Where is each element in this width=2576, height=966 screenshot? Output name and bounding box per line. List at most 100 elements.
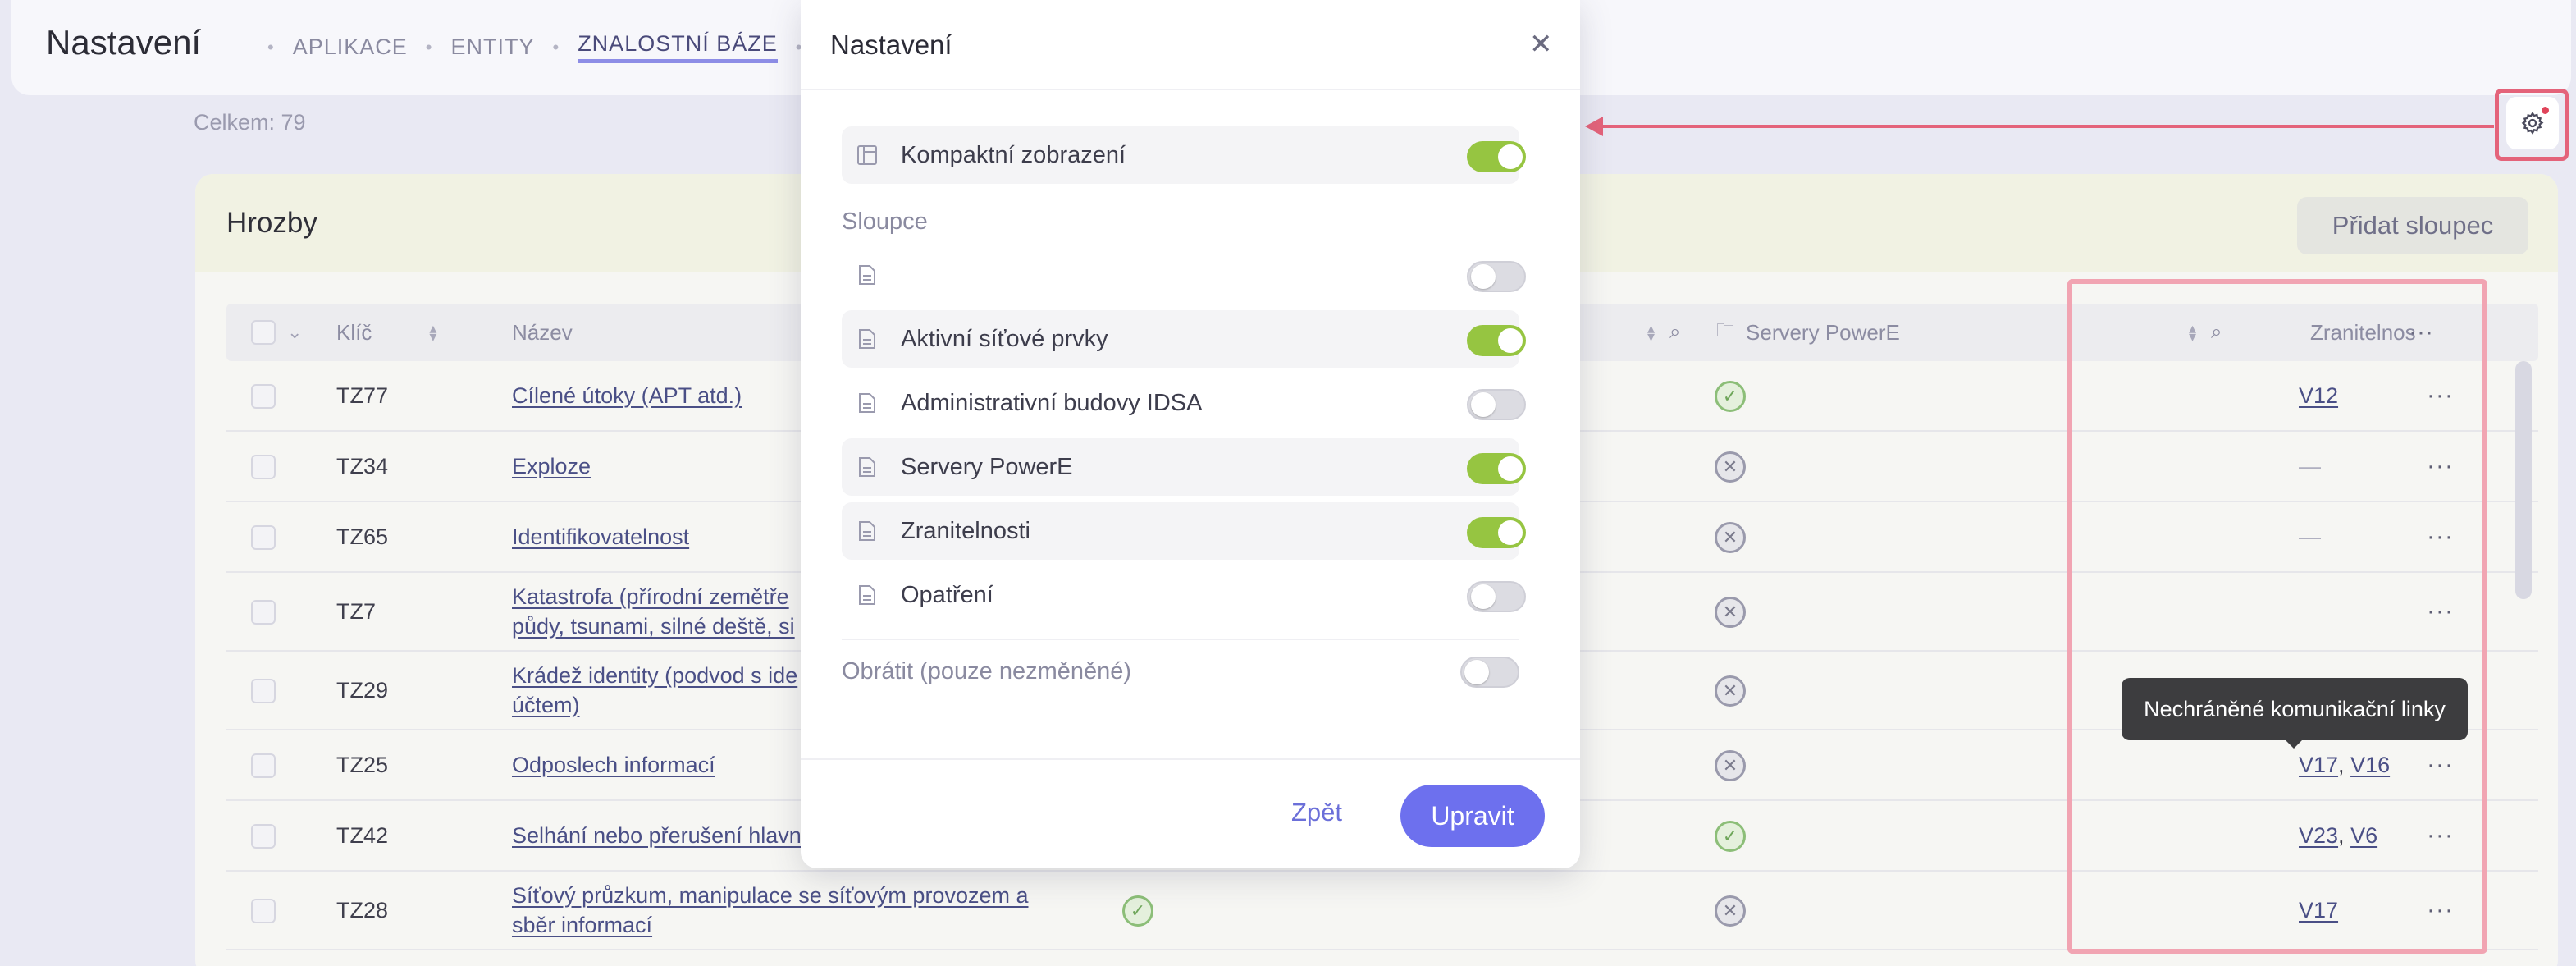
toggle-column[interactable] bbox=[1467, 325, 1526, 356]
document-icon bbox=[856, 520, 878, 542]
toggle-column[interactable] bbox=[1467, 389, 1526, 420]
document-icon bbox=[856, 328, 878, 350]
row-checkbox[interactable] bbox=[251, 525, 276, 550]
status-ok-icon: ✓ bbox=[1715, 821, 1746, 852]
row-name-link[interactable]: Identifikovatelnost bbox=[512, 522, 689, 552]
row-name-link[interactable]: Exploze bbox=[512, 451, 591, 481]
option-label: Kompaktní zobrazení bbox=[901, 141, 1126, 168]
row-checkbox[interactable] bbox=[251, 899, 276, 923]
toggle-knob bbox=[1471, 584, 1496, 609]
modal-divider bbox=[801, 758, 1580, 760]
option-column-vulnerabilities[interactable]: Zranitelnosti bbox=[842, 502, 1526, 560]
toggle-column[interactable] bbox=[1467, 261, 1526, 292]
row-key: TZ29 bbox=[336, 677, 389, 703]
settings-highlight-box bbox=[2495, 89, 2569, 161]
option-label: Aktivní síťové prvky bbox=[901, 325, 1108, 352]
option-column-servers[interactable]: Servery PowerE bbox=[842, 438, 1526, 496]
annotation-arrow-head bbox=[1585, 117, 1603, 136]
search-icon[interactable]: ⌕ bbox=[1669, 321, 1680, 344]
submit-button[interactable]: Upravit bbox=[1400, 785, 1545, 847]
status-no-icon: ✕ bbox=[1715, 895, 1746, 927]
columns-section-label: Sloupce bbox=[842, 208, 928, 235]
row-name-link-line2[interactable]: půdy, tsunami, silné deště, si bbox=[512, 611, 795, 641]
row-key: TZ25 bbox=[336, 752, 389, 777]
row-key: TZ65 bbox=[336, 524, 389, 549]
document-icon bbox=[856, 456, 878, 478]
select-all[interactable]: ⌄ bbox=[251, 304, 302, 361]
sort-icon[interactable]: ▴ ▾ bbox=[429, 321, 436, 344]
sort-icon[interactable]: ▴ ▾ bbox=[1647, 321, 1655, 344]
row-name-link-line2[interactable]: sběr informací bbox=[512, 910, 652, 940]
option-column-active-network[interactable]: Aktivní síťové prvky bbox=[842, 310, 1526, 368]
add-column-button[interactable]: Přidat sloupec bbox=[2297, 197, 2528, 254]
option-compact-view[interactable]: Kompaktní zobrazení bbox=[842, 126, 1526, 184]
row-checkbox[interactable] bbox=[251, 384, 276, 409]
back-button[interactable]: Zpět bbox=[1291, 798, 1342, 827]
chevron-down-icon[interactable]: ⌄ bbox=[287, 322, 302, 343]
toggle-column[interactable] bbox=[1467, 581, 1526, 612]
column-prev-controls[interactable]: ▴ ▾ ⌕ bbox=[1631, 304, 1681, 361]
document-icon bbox=[856, 392, 878, 414]
nav-separator: • bbox=[552, 36, 560, 57]
vertical-scrollbar[interactable] bbox=[2515, 361, 2532, 599]
toggle-knob bbox=[1464, 660, 1489, 684]
row-name-link[interactable]: Odposlech informací bbox=[512, 750, 715, 780]
annotation-arrow-line bbox=[1600, 125, 2494, 128]
document-icon bbox=[856, 264, 878, 286]
row-key: TZ34 bbox=[336, 453, 389, 478]
toggle-reverse[interactable] bbox=[1460, 657, 1519, 688]
row-name-link[interactable]: Krádež identity (podvod s ide bbox=[512, 661, 797, 690]
nav-knowledge-base[interactable]: ZNALOSTNÍ BÁZE bbox=[578, 31, 778, 63]
nav-entities[interactable]: ENTITY bbox=[450, 34, 534, 60]
status-ok-icon: ✓ bbox=[1715, 381, 1746, 412]
column-servers[interactable]: 🗀 Servery PowerE bbox=[1716, 304, 1900, 361]
row-key: TZ77 bbox=[336, 382, 389, 408]
toggle-knob bbox=[1498, 456, 1523, 481]
tooltip-text: Nechráněné komunikační linky bbox=[2144, 696, 2446, 721]
close-icon[interactable]: ✕ bbox=[1529, 28, 1553, 61]
row-name-link[interactable]: Selhání nebo přerušení hlavn bbox=[512, 821, 802, 850]
nav-separator: • bbox=[425, 36, 433, 57]
document-icon bbox=[856, 584, 878, 606]
toggle-knob bbox=[1471, 392, 1496, 417]
select-all-checkbox[interactable] bbox=[251, 320, 276, 345]
main-nav: • APLIKACE • ENTITY • ZNALOSTNÍ BÁZE • I bbox=[249, 31, 828, 63]
folder-icon: 🗀 bbox=[1716, 320, 1735, 341]
toggle-column[interactable] bbox=[1467, 517, 1526, 548]
row-checkbox[interactable] bbox=[251, 753, 276, 778]
tooltip-pointer bbox=[2286, 740, 2302, 749]
toggle-column[interactable] bbox=[1467, 453, 1526, 484]
row-name-link[interactable]: Cílené útoky (APT atd.) bbox=[512, 381, 742, 410]
card-title: Hrozby bbox=[226, 207, 317, 239]
status-no-icon: ✕ bbox=[1715, 675, 1746, 707]
option-column-unnamed[interactable] bbox=[842, 246, 1526, 304]
nav-separator: • bbox=[267, 36, 275, 57]
column-servers-label: Servery PowerE bbox=[1746, 319, 1900, 345]
layout-icon bbox=[856, 144, 878, 166]
status-no-icon: ✕ bbox=[1715, 750, 1746, 781]
option-column-measures[interactable]: Opatření bbox=[842, 566, 1526, 624]
status-no-icon: ✕ bbox=[1715, 451, 1746, 483]
row-checkbox[interactable] bbox=[251, 679, 276, 703]
toggle-compact-view[interactable] bbox=[1467, 141, 1526, 172]
row-key: TZ42 bbox=[336, 822, 389, 848]
row-name-link[interactable]: Síťový průzkum, manipulace se síťovým pr… bbox=[512, 881, 1029, 910]
modal-divider bbox=[801, 89, 1580, 90]
tooltip: Nechráněné komunikační linky bbox=[2122, 678, 2468, 749]
option-label: Opatření bbox=[901, 581, 993, 608]
row-checkbox[interactable] bbox=[251, 455, 276, 479]
row-checkbox[interactable] bbox=[251, 824, 276, 849]
row-checkbox[interactable] bbox=[251, 600, 276, 625]
column-name[interactable]: Název bbox=[512, 304, 573, 361]
toggle-knob bbox=[1498, 520, 1523, 545]
total-count: Celkem: 79 bbox=[194, 110, 306, 135]
nav-apps[interactable]: APLIKACE bbox=[293, 34, 408, 60]
row-key: TZ7 bbox=[336, 598, 377, 624]
column-key[interactable]: Klíč ▴ ▾ bbox=[336, 304, 436, 361]
row-name-link-line2[interactable]: účtem) bbox=[512, 690, 580, 720]
status-ok-icon: ✓ bbox=[1122, 895, 1153, 927]
row-name-link[interactable]: Katastrofa (přírodní zemětře bbox=[512, 582, 789, 611]
row-name-cell: Síťový průzkum, manipulace se síťovým pr… bbox=[512, 872, 1086, 949]
column-highlight-box bbox=[2067, 279, 2487, 954]
option-column-admin-buildings[interactable]: Administrativní budovy IDSA bbox=[842, 374, 1526, 432]
